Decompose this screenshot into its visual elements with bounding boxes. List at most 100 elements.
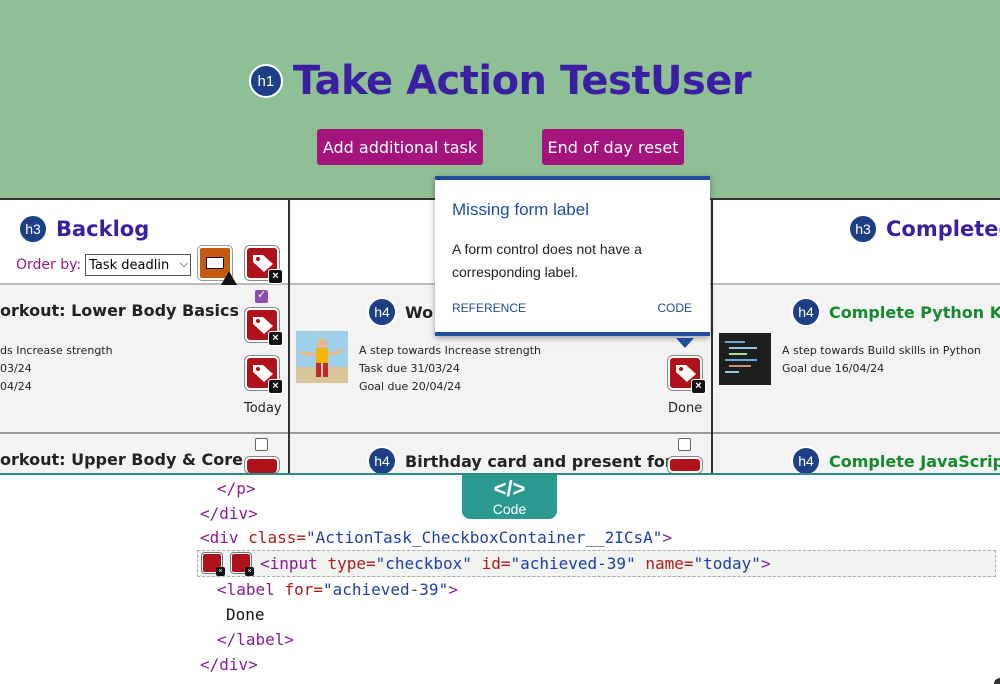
- task-checkbox[interactable]: [255, 288, 268, 303]
- code-token: class=: [248, 528, 306, 547]
- goal-due: 04/24: [0, 380, 32, 393]
- task-card-title: orkout: Upper Body & Core: [0, 450, 243, 469]
- code-panel-tab[interactable]: </> Code: [462, 475, 557, 519]
- task-due: Task due 31/03/24: [359, 362, 460, 375]
- code-line: </label>: [217, 630, 295, 649]
- popup-description: A form control does not have a correspon…: [452, 241, 642, 280]
- code-token: "ActionTask_CheckboxContainer__2ICsA": [305, 528, 663, 547]
- task-thumbnail: [296, 331, 348, 383]
- code-token: <label: [217, 580, 285, 599]
- tag-error-icon[interactable]: ×: [668, 356, 706, 394]
- task-goal: A step towards Build skills in Python: [782, 344, 981, 357]
- code-token: >: [448, 580, 458, 599]
- code-line: Done: [226, 605, 265, 624]
- order-by-value: Task deadlin: [89, 257, 170, 273]
- code-token: id=: [471, 554, 511, 573]
- column-divider: [288, 198, 290, 473]
- close-icon: ×: [216, 567, 225, 576]
- goal-due: Goal due 20/04/24: [359, 380, 462, 393]
- task-card-title: h4 Wo: [367, 297, 433, 327]
- page-title-row: h1 Take Action TestUser: [0, 58, 1000, 104]
- task-title: Complete JavaScript K: [829, 451, 1000, 471]
- heading-level-badge: h1: [248, 64, 283, 98]
- add-task-button[interactable]: Add additional task: [317, 129, 483, 165]
- column-divider: [711, 198, 713, 473]
- end-of-day-reset-button[interactable]: End of day reset: [542, 129, 684, 165]
- code-token: <div: [200, 528, 249, 547]
- task-title: orkout: Upper Body & Core: [0, 450, 243, 469]
- code-link[interactable]: CODE: [657, 301, 692, 315]
- checkbox-label: Done: [668, 401, 703, 416]
- order-by-control: Order by: Task deadlin ⌵: [16, 254, 192, 276]
- task-checkbox[interactable]: [678, 438, 691, 451]
- heading-level-badge: h3: [848, 214, 878, 244]
- task-due: 03/24: [0, 362, 32, 375]
- task-title: Wo: [405, 302, 434, 322]
- code-token: "checkbox": [375, 554, 472, 573]
- order-by-label: Order by:: [16, 257, 82, 273]
- code-token: "today": [693, 554, 761, 573]
- code-line: <div class="ActionTask_CheckboxContainer…: [200, 528, 672, 548]
- tag-error-icon[interactable]: ×: [231, 553, 254, 576]
- popup-pointer: [676, 338, 694, 348]
- code-line: </div>: [200, 504, 258, 523]
- heading-level-badge: h4: [791, 446, 821, 476]
- task-thumbnail: [719, 333, 771, 385]
- tag-error-icon[interactable]: [245, 457, 279, 473]
- code-line: </div>: [200, 655, 258, 674]
- heading-level-badge: h4: [791, 297, 821, 327]
- task-card-title: h4 Complete Python Kata: [791, 297, 1000, 327]
- code-token: <input: [260, 554, 328, 573]
- goal-due: Goal due 16/04/24: [782, 362, 885, 375]
- task-card-title: h4 Birthday card and present for: [367, 446, 673, 476]
- code-line: <input type="checkbox" id="achieved-39" …: [260, 554, 771, 574]
- accessibility-issue-popup: Missing form label A form control does n…: [435, 176, 710, 336]
- code-token: name=: [635, 554, 694, 573]
- code-token: "achieved-39": [510, 554, 636, 573]
- warning-triangle-icon: [221, 271, 237, 285]
- heading-level-badge: h4: [367, 446, 397, 476]
- code-token: >: [760, 554, 771, 573]
- tag-error-icon[interactable]: ×: [202, 553, 225, 576]
- task-checkbox[interactable]: [255, 438, 268, 451]
- task-card-title: h4 Complete JavaScript K: [791, 446, 1000, 476]
- close-icon: ×: [268, 269, 283, 284]
- popup-title: Missing form label: [452, 200, 589, 219]
- select-warning-icon[interactable]: [198, 246, 237, 285]
- code-token: type=: [327, 554, 376, 573]
- code-line: </p>: [217, 479, 256, 498]
- completed-heading: h3 Completed: [848, 214, 1000, 244]
- backlog-title: Backlog: [56, 217, 150, 241]
- task-card-title: orkout: Lower Body Basics: [0, 301, 239, 320]
- code-line: <label for="achieved-39">: [217, 580, 458, 600]
- code-icon: </>: [493, 476, 526, 501]
- code-tab-label: Code: [492, 501, 527, 517]
- chevron-down-icon: ⌵: [177, 257, 189, 271]
- warning-glyph: [206, 257, 224, 269]
- code-token: >: [662, 528, 673, 547]
- heading-level-badge: h3: [18, 214, 48, 244]
- code-token: "achieved-39": [322, 580, 449, 599]
- reference-link[interactable]: REFERENCE: [452, 301, 526, 315]
- divider: [0, 432, 1000, 434]
- close-icon: ×: [268, 331, 283, 346]
- page-title: Take Action TestUser: [292, 58, 752, 104]
- close-icon: ×: [691, 379, 706, 394]
- backlog-heading: h3 Backlog: [18, 214, 149, 244]
- task-goal: ds Increase strength: [0, 344, 113, 357]
- task-goal: A step towards Increase strength: [359, 344, 542, 357]
- window-corner: [994, 678, 1000, 684]
- tag-error-icon[interactable]: ×: [245, 356, 283, 394]
- heading-level-badge: h4: [367, 297, 397, 327]
- code-token: for=: [284, 580, 323, 599]
- tag-error-icon[interactable]: ×: [245, 308, 283, 346]
- tag-error-icon[interactable]: ×: [245, 246, 283, 284]
- checkbox-label: Today: [244, 401, 282, 416]
- task-title: Complete Python Kata: [829, 302, 1000, 322]
- task-title: orkout: Lower Body Basics: [0, 301, 240, 320]
- close-icon: ×: [268, 379, 283, 394]
- order-by-select[interactable]: Task deadlin ⌵: [85, 254, 192, 276]
- tag-error-icon[interactable]: [668, 457, 702, 473]
- task-title: Birthday card and present for: [405, 451, 673, 471]
- completed-title: Completed: [886, 217, 1000, 241]
